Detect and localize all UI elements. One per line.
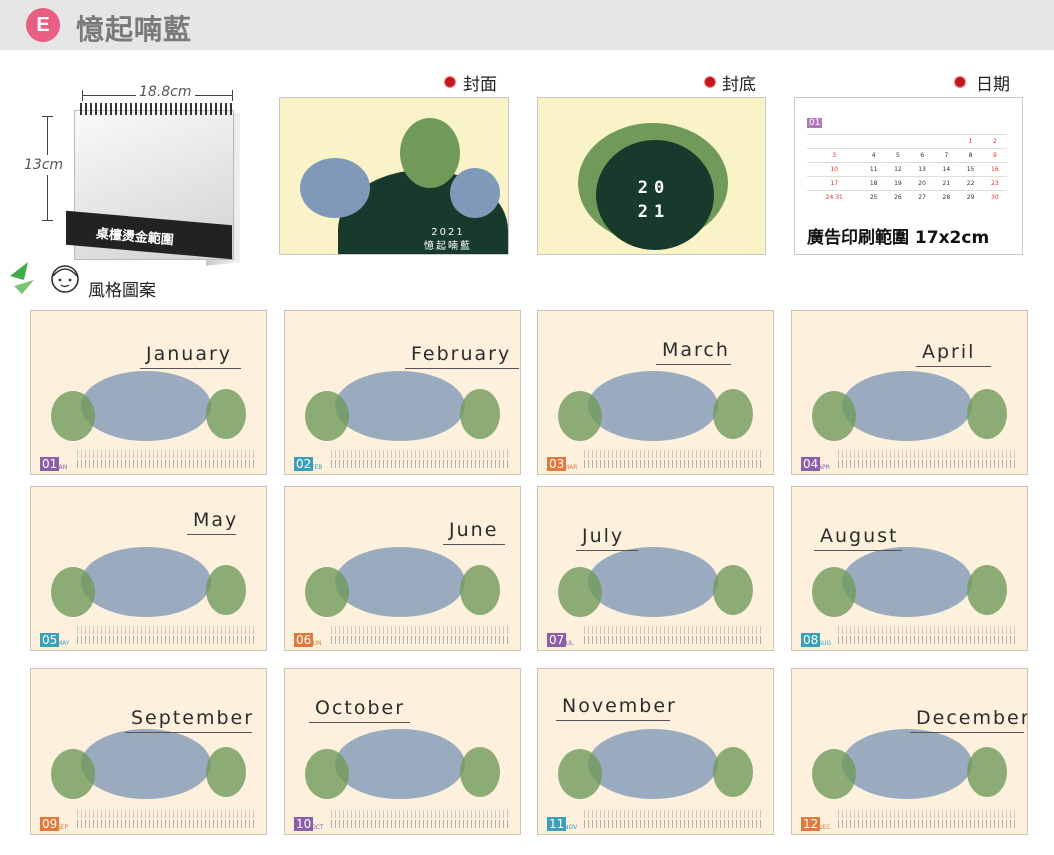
illustration xyxy=(842,729,972,799)
month-card-sep: September 09 SEP xyxy=(30,668,267,835)
weekday-row xyxy=(77,626,257,634)
month-name: January xyxy=(146,343,233,365)
bullet-dot-icon xyxy=(445,77,455,87)
date-row xyxy=(584,820,764,828)
month-abbr: JUN xyxy=(311,640,322,647)
month-name: June xyxy=(449,519,499,541)
illustration xyxy=(81,729,211,799)
date-row xyxy=(331,460,511,468)
illustration xyxy=(81,547,211,617)
bullet-dot-icon xyxy=(955,77,965,87)
month-name: December xyxy=(916,707,1028,729)
month-abbr: MAY xyxy=(57,640,70,647)
height-label: 13cm xyxy=(24,155,64,175)
weekday-row xyxy=(838,626,1018,634)
date-row xyxy=(77,636,257,644)
month-abbr: APR xyxy=(818,464,830,471)
month-abbr: DEC xyxy=(818,824,831,831)
date-page-panel: 01 12 3456789 10 11 12 13 14 15 16 17 18 19 20 21 2… xyxy=(794,97,1023,255)
weekday-row xyxy=(584,810,764,818)
month-card-jul: July 07 JUL xyxy=(537,486,774,651)
spiral-binding xyxy=(80,103,232,115)
month-abbr: OCT xyxy=(311,824,324,831)
height-dimension-tick-bottom xyxy=(42,220,53,221)
month-name: September xyxy=(131,707,255,729)
date-grid: 12 3456789 10 11 12 13 14 15 16 17 18 19 20 21 22 23… xyxy=(807,134,1007,205)
page-title: 憶起喃藍 xyxy=(76,13,193,46)
month-name: April xyxy=(922,341,976,363)
month-card-apr: April 04 APR xyxy=(791,310,1028,475)
illustration xyxy=(335,547,465,617)
illustration xyxy=(335,371,465,441)
width-label: 18.8cm xyxy=(136,84,195,100)
month-name: November xyxy=(562,695,677,717)
month-name: May xyxy=(193,509,239,531)
month-card-oct: October 10 OCT xyxy=(284,668,521,835)
style-label: 風格圖案 xyxy=(88,281,156,301)
date-row xyxy=(838,820,1018,828)
month-card-jun: June 06 JUN xyxy=(284,486,521,651)
back-cover-panel: 20 21 xyxy=(537,97,766,255)
weekday-row xyxy=(584,450,764,458)
cover-label: 封面 xyxy=(463,75,497,95)
month-card-mar: March 03 MAR xyxy=(537,310,774,475)
leaf-icon xyxy=(10,262,34,294)
month-name: August xyxy=(820,525,899,547)
month-abbr: JUL xyxy=(564,640,574,647)
date-row xyxy=(838,636,1018,644)
date-row xyxy=(331,636,511,644)
date-row xyxy=(331,820,511,828)
weekday-row xyxy=(331,810,511,818)
month-card-nov: November 11 NOV xyxy=(537,668,774,835)
month-abbr: FEB xyxy=(311,464,323,471)
weekday-row xyxy=(77,810,257,818)
month-tag: 01 xyxy=(807,118,823,128)
month-name: October xyxy=(315,697,406,719)
back-year-line2: 21 xyxy=(637,202,671,222)
date-page-label: 日期 xyxy=(976,75,1010,95)
month-abbr: NOV xyxy=(564,824,578,831)
weekday-row xyxy=(331,450,511,458)
illustration xyxy=(335,729,465,799)
illustration xyxy=(842,547,972,617)
cover-panel: 2021 憶起喃藍 xyxy=(279,97,509,255)
date-row xyxy=(584,636,764,644)
month-card-dec: December 12 DEC xyxy=(791,668,1028,835)
header-bar: E 憶起喃藍 xyxy=(0,0,1054,50)
illustration xyxy=(842,371,972,441)
month-abbr: AUG xyxy=(818,640,832,647)
desk-calendar-image: 桌檯燙金範圍 xyxy=(66,100,246,270)
illustration xyxy=(588,729,718,799)
section-badge: E xyxy=(26,8,60,42)
weekday-row xyxy=(838,810,1018,818)
month-name: February xyxy=(411,343,512,365)
cover-text: 2021 憶起喃藍 xyxy=(424,227,472,252)
bullet-dot-icon xyxy=(705,77,715,87)
month-name: July xyxy=(582,525,625,547)
date-row xyxy=(77,460,257,468)
girl-face-icon xyxy=(51,265,79,293)
weekday-row xyxy=(331,626,511,634)
month-card-feb: February 02 FEB xyxy=(284,310,521,475)
month-name: March xyxy=(662,339,730,361)
date-row xyxy=(584,460,764,468)
month-abbr: SEP xyxy=(57,824,69,831)
illustration xyxy=(588,547,718,617)
back-year-line1: 20 xyxy=(637,178,671,198)
month-abbr: JAN xyxy=(57,464,68,471)
back-cover-label: 封底 xyxy=(722,75,756,95)
date-row xyxy=(77,820,257,828)
date-row xyxy=(838,460,1018,468)
illustration xyxy=(81,371,211,441)
ad-area-label: 廣告印刷範圍 17x2cm xyxy=(807,228,990,248)
height-dimension-tick-top xyxy=(42,116,53,117)
weekday-row xyxy=(838,450,1018,458)
month-card-may: May 05 MAY xyxy=(30,486,267,651)
month-card-jan: January 01 JAN xyxy=(30,310,267,475)
month-abbr: MAR xyxy=(564,464,578,471)
weekday-row xyxy=(584,626,764,634)
weekday-row xyxy=(77,450,257,458)
illustration xyxy=(588,371,718,441)
month-card-aug: August 08 AUG xyxy=(791,486,1028,651)
